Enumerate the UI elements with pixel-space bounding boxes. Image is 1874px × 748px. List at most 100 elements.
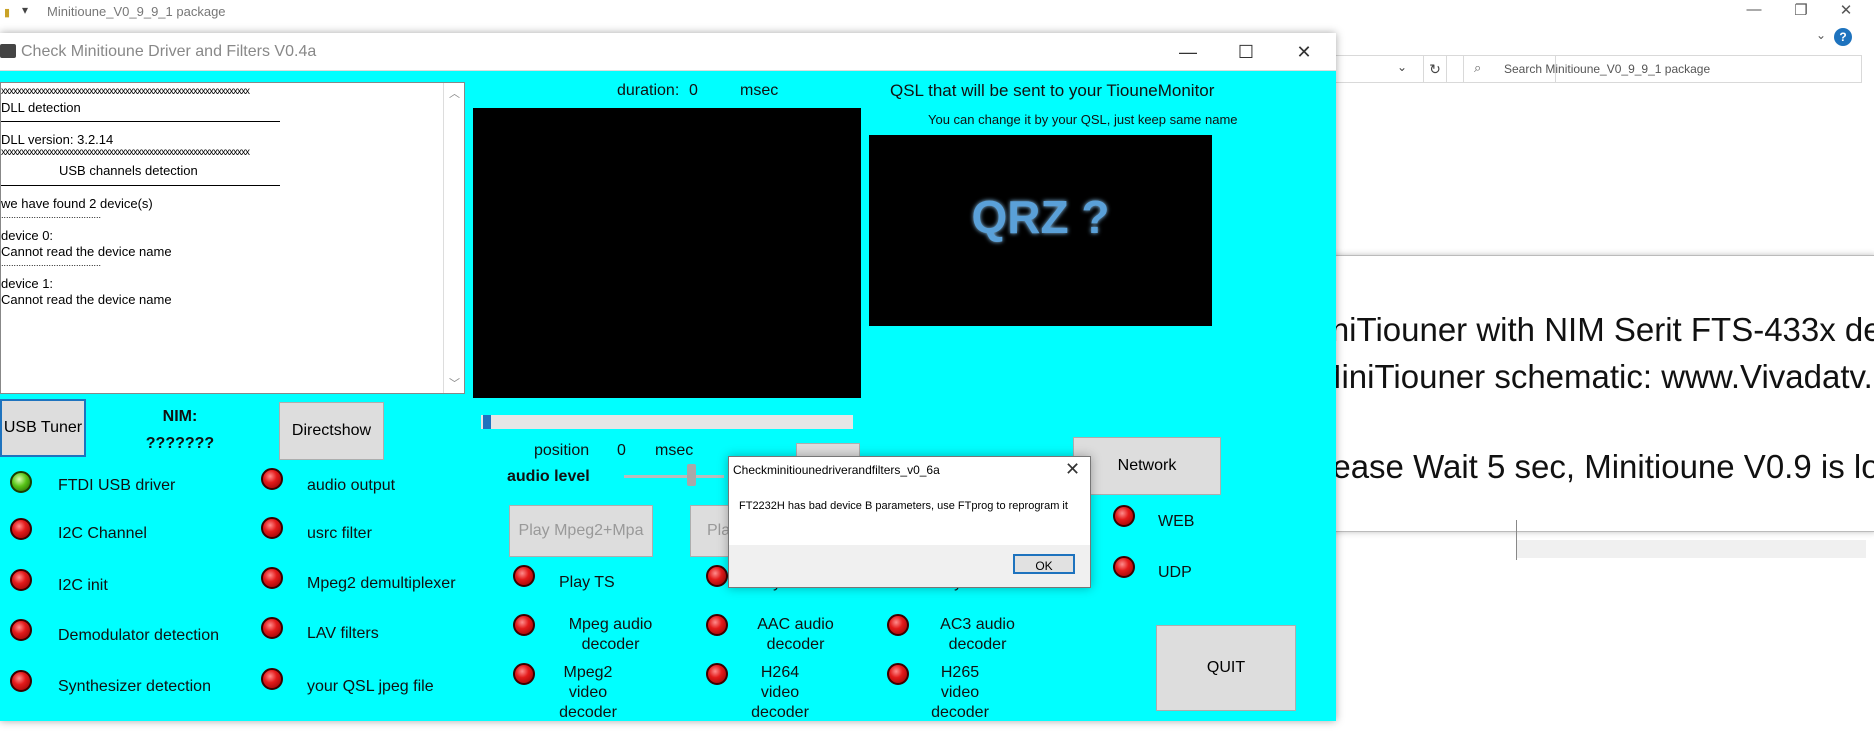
status-led-mpeg2-video [513, 663, 535, 685]
status-label: FTDI USB driver [58, 477, 176, 494]
status-led-ac3-audio [887, 614, 909, 636]
main-minimize-button[interactable]: — [1160, 37, 1216, 67]
dialog-close-button[interactable]: ✕ [1065, 459, 1080, 480]
video-display[interactable] [473, 108, 861, 398]
explorer-minimize-button[interactable]: — [1731, 1, 1777, 18]
dialog-title: Checkminitiounedriverandfilters_v0_6a [733, 463, 940, 477]
folder-icon: ▮ [4, 7, 11, 19]
splash-window: MiniTiouner with NIM Serit FTS-433x dete… [1275, 255, 1874, 532]
splash-line-3: Please Wait 5 sec, Minitioune V0.9 is lo… [1303, 448, 1874, 485]
log-line: DLL version: 3.2.14 [1, 132, 114, 147]
log-line: ........................................ [1, 258, 102, 268]
log-line: Cannot read the device name [1, 244, 172, 259]
status-label: Synthesizer detection [58, 678, 211, 695]
directshow-button[interactable]: Directshow [279, 402, 384, 460]
play-mpeg2-button[interactable]: Play Mpeg2+Mpa [509, 505, 653, 557]
explorer-titlebar: ▮ ▾ Minitioune_V0_9_9_1 package — ❐ ✕ [0, 0, 1874, 28]
position-unit: msec [655, 442, 694, 459]
log-textbox[interactable]: xxxxxxxxxxxxxxxxxxxxxxxxxxxxxxxxxxxxxxxx… [0, 82, 465, 394]
play-label: H265 video decoder [931, 664, 989, 721]
status-led-i2c-init [10, 569, 32, 591]
explorer-hscrollbar[interactable] [1516, 540, 1866, 558]
status-led-web [1113, 505, 1135, 527]
status-led-synthesizer [10, 670, 32, 692]
status-label: UDP [1158, 564, 1192, 581]
splash-line-1: MiniTiouner with NIM Serit FTS-433x dete [1296, 311, 1874, 348]
log-separator [1, 185, 280, 186]
qsl-image-text: QRZ ? [971, 191, 1110, 243]
log-line: DLL detection [1, 100, 81, 115]
status-led-play-ts-2 [706, 565, 728, 587]
log-line: xxxxxxxxxxxxxxxxxxxxxxxxxxxxxxxxxxxxxxxx… [1, 86, 250, 97]
scroll-down-icon[interactable]: ﹀ [449, 375, 460, 391]
nim-label: NIM: [162, 408, 198, 425]
audio-level-thumb[interactable] [687, 464, 696, 486]
quit-button[interactable]: QUIT [1156, 625, 1296, 711]
log-line: device 0: [1, 228, 54, 243]
play-label: Mpeg2 video decoder [559, 664, 617, 721]
play-label: H264 video decoder [751, 664, 809, 721]
status-led-i2c-channel [10, 518, 32, 540]
explorer-title: Minitioune_V0_9_9_1 package [47, 4, 226, 19]
status-led-lav-filters [261, 617, 283, 639]
status-led-demodulator [10, 619, 32, 641]
position-slider[interactable] [481, 415, 853, 429]
position-value: 0 [617, 442, 626, 459]
search-input[interactable]: Search Minitioune_V0_9_9_1 package [1504, 62, 1710, 76]
status-label: audio output [307, 477, 396, 494]
dialog-message: FT2232H has bad device B parameters, use… [739, 500, 1068, 512]
network-button[interactable]: Network [1073, 437, 1221, 495]
status-led-h264-video [706, 663, 728, 685]
main-close-button[interactable]: ✕ [1276, 37, 1332, 67]
main-maximize-button[interactable]: ☐ [1218, 37, 1274, 67]
status-led-qsl-file [261, 668, 283, 690]
log-line: Cannot read the device name [1, 292, 172, 307]
main-window-title: Check Minitioune Driver and Filters V0.4… [21, 43, 317, 60]
duration-unit: msec [740, 82, 779, 99]
duration-value: 0 [689, 82, 698, 99]
status-label: usrc filter [307, 525, 372, 542]
position-slider-thumb[interactable] [483, 415, 491, 429]
log-separator [1, 121, 280, 122]
play-label: AC3 audio decoder [940, 616, 1015, 653]
scroll-up-icon[interactable]: ︿ [449, 85, 460, 101]
status-label: Demodulator detection [58, 627, 219, 644]
status-led-audio-output [261, 468, 283, 490]
refresh-icon[interactable]: ↻ [1423, 55, 1447, 83]
ribbon-expand-icon[interactable]: ⌄ [1816, 28, 1826, 42]
status-led-h265-video [887, 663, 909, 685]
address-dropdown-icon[interactable]: ⌄ [1397, 60, 1407, 74]
status-label: LAV filters [307, 625, 379, 642]
status-led-ftdi [10, 471, 32, 493]
error-dialog: Checkminitiounedriverandfilters_v0_6a ✕ … [728, 456, 1091, 588]
status-label: WEB [1158, 513, 1195, 530]
play-label: Play TS [559, 574, 615, 591]
explorer-restore-button[interactable]: ❐ [1778, 1, 1824, 19]
qsl-image: QRZ ? [869, 135, 1212, 326]
position-label: position [534, 442, 590, 459]
explorer-close-button[interactable]: ✕ [1823, 1, 1869, 19]
log-scrollbar[interactable]: ︿ ﹀ [443, 83, 464, 393]
status-led-aac-audio [706, 614, 728, 636]
status-label: I2C init [58, 577, 108, 594]
status-led-play-ts-1 [513, 565, 535, 587]
usb-tuner-button[interactable]: USB Tuner [0, 399, 86, 457]
qsl-heading: QSL that will be sent to your TiouneMoni… [890, 81, 1215, 100]
status-label: your QSL jpeg file [307, 678, 434, 695]
log-line: USB channels detection [59, 163, 198, 178]
audio-level-slider[interactable] [624, 475, 724, 478]
quick-access-chevron-icon[interactable]: ▾ [22, 3, 28, 17]
qsl-subheading: You can change it by your QSL, just keep… [928, 112, 1238, 127]
dialog-ok-button[interactable]: OK [1013, 554, 1075, 574]
status-led-mpeg-audio [513, 614, 535, 636]
explorer-divider [1516, 520, 1517, 560]
splash-line-2: (MiniTiouner schematic: www.Vivadatv.or [1303, 358, 1874, 395]
play-label: Mpeg audio decoder [568, 616, 653, 653]
help-icon[interactable]: ? [1834, 28, 1852, 46]
log-line: device 1: [1, 276, 54, 291]
status-label: Mpeg2 demultiplexer [307, 575, 456, 592]
play-label: AAC audio decoder [757, 616, 834, 653]
app-icon [0, 44, 16, 58]
search-box[interactable]: ⌕ Search Minitioune_V0_9_9_1 package [1463, 55, 1862, 83]
log-line: we have found 2 device(s) [1, 196, 153, 211]
